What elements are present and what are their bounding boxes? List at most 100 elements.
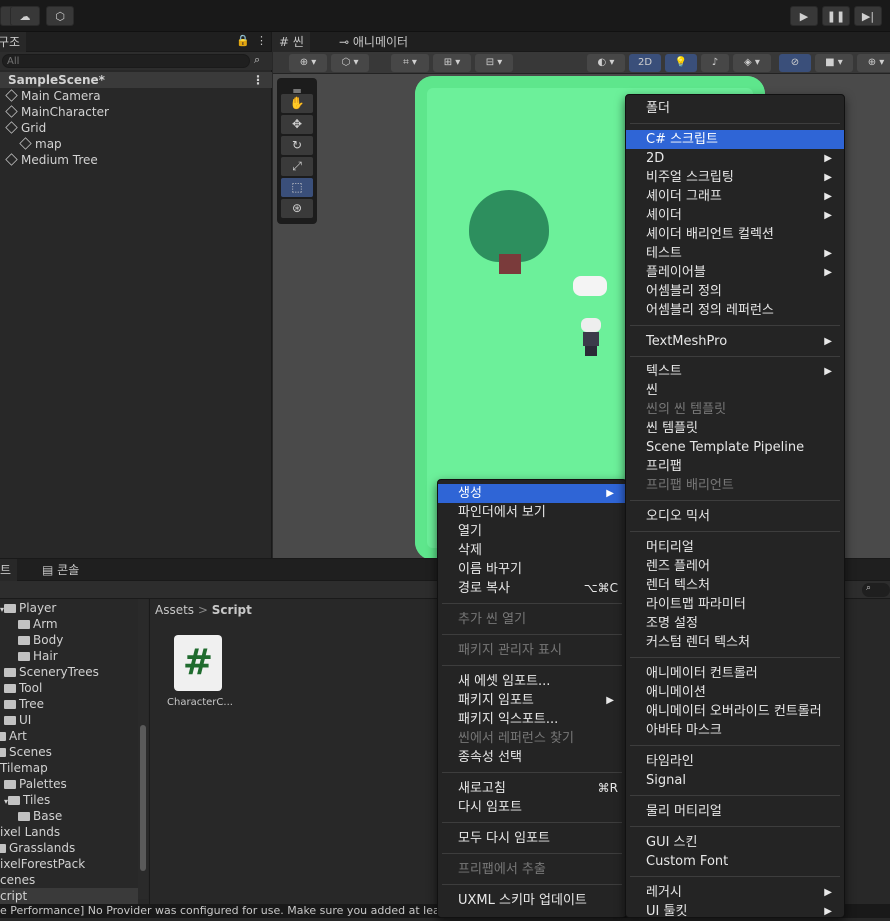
lock-icon[interactable]: 🔒 <box>236 34 250 47</box>
menu-item[interactable]: Custom Font <box>626 852 844 871</box>
menu-item[interactable]: 경로 복사 ⌥⌘C <box>438 579 626 598</box>
audio-toggle-button[interactable]: ♪ <box>701 54 729 72</box>
shading-mode-button[interactable]: ◐ ▾ <box>587 54 625 72</box>
project-search-input[interactable]: ⌕ <box>862 583 890 597</box>
menu-item[interactable]: UI 툴킷 ▶ <box>626 902 844 921</box>
menu-item[interactable]: GUI 스킨 <box>626 833 844 852</box>
menu-item[interactable]: 프리팹 <box>626 457 844 476</box>
menu-item[interactable]: 셰이더 배리언트 컬렉션 <box>626 225 844 244</box>
hierarchy-item[interactable]: Main Camera <box>0 88 272 104</box>
folder-item[interactable]: UI <box>4 712 31 728</box>
transform-tool-icon[interactable]: ⊛ <box>281 199 313 218</box>
menu-item[interactable]: 씬 <box>626 381 844 400</box>
folder-item[interactable]: Arm <box>18 616 58 632</box>
hierarchy-item[interactable]: Grid <box>0 120 272 136</box>
folder-item[interactable]: Art <box>0 728 27 744</box>
gizmo-toggle-button[interactable]: ⊕ ▾ <box>289 54 327 72</box>
hierarchy-item[interactable]: map <box>0 136 272 152</box>
effects-button[interactable]: ◈ ▾ <box>733 54 771 72</box>
menu-item[interactable]: 아바타 마스크 <box>626 721 844 740</box>
folder-item[interactable]: Base <box>18 808 62 824</box>
folder-item-selected[interactable]: cript <box>0 888 138 904</box>
menu-item[interactable]: 조명 설정 <box>626 614 844 633</box>
snap-button[interactable]: ⌗ ▾ <box>391 54 429 72</box>
folder-item[interactable]: ixelForestPack <box>0 856 85 872</box>
menu-item[interactable]: 애니메이션 <box>626 683 844 702</box>
folder-item[interactable]: ▾Tilemap <box>0 760 48 776</box>
menu-item[interactable]: Signal <box>626 771 844 790</box>
scale-tool-icon[interactable]: ⤢ <box>281 157 313 176</box>
rect-tool-icon[interactable]: ⬚ <box>281 178 313 197</box>
menu-item[interactable]: 삭제 <box>438 541 626 560</box>
scene-root-row[interactable]: SampleScene* ⋮ <box>0 72 272 88</box>
menu-item[interactable]: 오디오 믹서 <box>626 507 844 526</box>
menu-item[interactable]: 다시 임포트 <box>438 798 626 817</box>
lighting-toggle-button[interactable]: 💡 <box>665 54 697 72</box>
menu-item[interactable]: 셰이더 그래프 ▶ <box>626 187 844 206</box>
folder-item[interactable]: Tree <box>4 696 44 712</box>
folder-item[interactable]: Hair <box>18 648 58 664</box>
camera-gizmo-icon[interactable] <box>573 276 607 296</box>
menu-item[interactable]: 종속성 선택 <box>438 748 626 767</box>
menu-item[interactable]: 패키지 임포트 ▶ <box>438 691 626 710</box>
hierarchy-search-input[interactable] <box>2 54 250 68</box>
rotate-tool-icon[interactable]: ↻ <box>281 136 313 155</box>
camera-button[interactable]: ■ ▾ <box>815 54 853 72</box>
menu-item[interactable]: 비주얼 스크립팅 ▶ <box>626 168 844 187</box>
search-filter-icon[interactable]: ⌕ <box>254 53 260 67</box>
menu-item[interactable]: 파인더에서 보기 <box>438 503 626 522</box>
move-tool-icon[interactable]: ✥ <box>281 115 313 134</box>
menu-item[interactable]: 타임라인 <box>626 752 844 771</box>
menu-item[interactable]: 씬 템플릿 <box>626 419 844 438</box>
folder-tree-scrollbar[interactable] <box>138 599 148 899</box>
visibility-toggle-button[interactable]: ⊘ <box>779 54 811 72</box>
folder-item[interactable]: ▾ Tiles <box>4 792 50 808</box>
folder-item[interactable]: SceneryTrees <box>4 664 99 680</box>
menu-item[interactable]: 열기 <box>438 522 626 541</box>
hierarchy-item[interactable]: Medium Tree <box>0 152 272 168</box>
tree-sprite[interactable] <box>469 190 549 262</box>
menu-item[interactable]: 모두 다시 임포트 <box>438 829 626 848</box>
menu-item[interactable]: 머티리얼 <box>626 538 844 557</box>
tab-scene[interactable]: # 씬 <box>273 32 310 52</box>
hierarchy-item[interactable]: MainCharacter <box>0 104 272 120</box>
2d-toggle-button[interactable]: 2D <box>629 54 661 72</box>
menu-item[interactable]: C# 스크립트 <box>626 130 844 149</box>
menu-item[interactable]: 새 에셋 임포트... <box>438 672 626 691</box>
menu-item[interactable]: 새로고침 ⌘R <box>438 779 626 798</box>
menu-item[interactable]: UXML 스키마 업데이트 <box>438 891 626 910</box>
folder-item[interactable]: Body <box>18 632 63 648</box>
folder-item[interactable]: Palettes <box>4 776 67 792</box>
character-sprite[interactable] <box>581 318 601 360</box>
more-icon[interactable]: ⋮ <box>256 34 267 47</box>
menu-item[interactable]: 텍스트 ▶ <box>626 362 844 381</box>
menu-item[interactable]: 어셈블리 정의 <box>626 282 844 301</box>
csharp-script-icon[interactable]: # <box>174 635 222 691</box>
menu-item[interactable]: 테스트 ▶ <box>626 244 844 263</box>
pause-button[interactable]: ❚❚ <box>822 6 850 26</box>
menu-item[interactable]: 물리 머티리얼 <box>626 802 844 821</box>
tab-animator[interactable]: ⊸ 애니메이터 <box>333 32 414 52</box>
menu-item[interactable]: 이름 바꾸기 <box>438 560 626 579</box>
menu-item[interactable]: 셰이더 ▶ <box>626 206 844 225</box>
menu-item[interactable]: Scene Template Pipeline <box>626 438 844 457</box>
menu-item[interactable]: 커스텀 렌더 텍스처 <box>626 633 844 652</box>
step-button[interactable]: ▶| <box>854 6 882 26</box>
play-button[interactable]: ▶ <box>790 6 818 26</box>
gizmos-button[interactable]: ⊕ ▾ <box>857 54 890 72</box>
asset-label[interactable]: CharacterC... <box>160 697 240 708</box>
menu-item[interactable]: 레거시 ▶ <box>626 883 844 902</box>
collab-icon[interactable]: ⬡ <box>46 6 74 26</box>
menu-item[interactable]: 생성 ▶ <box>438 484 626 503</box>
menu-item[interactable]: 렌즈 플레어 <box>626 557 844 576</box>
menu-item[interactable]: 애니메이터 컨트롤러 <box>626 664 844 683</box>
menu-item[interactable]: 플레이어블 ▶ <box>626 263 844 282</box>
scene-menu-icon[interactable]: ⋮ <box>252 72 264 88</box>
grid-snap-button[interactable]: ⊞ ▾ <box>433 54 471 72</box>
increment-snap-button[interactable]: ⊟ ▾ <box>475 54 513 72</box>
menu-item[interactable]: TextMeshPro ▶ <box>626 332 844 351</box>
tab-console[interactable]: ▤ 콘솔 <box>36 559 85 581</box>
menu-item[interactable]: 렌더 텍스처 <box>626 576 844 595</box>
menu-item[interactable]: 라이트맵 파라미터 <box>626 595 844 614</box>
menu-item[interactable]: 애니메이터 오버라이드 컨트롤러 <box>626 702 844 721</box>
